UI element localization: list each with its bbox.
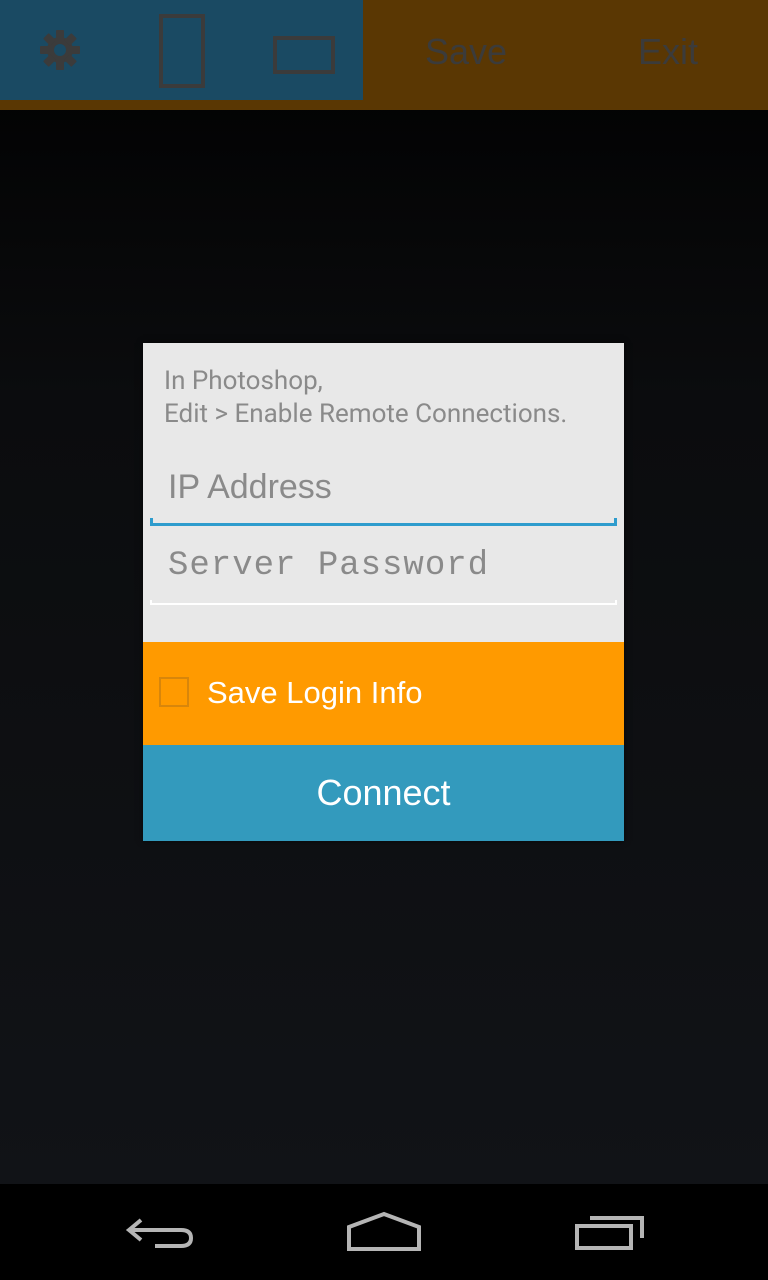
save-login-row[interactable]: Save Login Info — [143, 642, 624, 745]
save-button[interactable]: Save — [425, 22, 507, 82]
instructions-text: In Photoshop, Edit > Enable Remote Conne… — [164, 365, 614, 431]
navigation-bar — [0, 1184, 768, 1280]
exit-button[interactable]: Exit — [638, 22, 698, 82]
ip-address-underline — [150, 518, 617, 526]
screen: Save Exit In Photoshop, Edit > Enable Re… — [0, 0, 768, 1280]
save-login-checkbox[interactable] — [159, 677, 189, 707]
top-toolbar: Save Exit — [0, 0, 768, 110]
portrait-icon[interactable] — [150, 10, 214, 92]
ip-address-field — [150, 456, 617, 526]
ip-address-input[interactable] — [150, 456, 617, 518]
server-password-underline — [150, 600, 617, 605]
server-password-field — [150, 535, 617, 605]
home-icon[interactable] — [334, 1202, 434, 1262]
instructions-line-2: Edit > Enable Remote Connections. — [164, 399, 568, 429]
back-icon[interactable] — [110, 1202, 210, 1262]
instructions-line-1: In Photoshop, — [164, 366, 323, 396]
connection-dialog: In Photoshop, Edit > Enable Remote Conne… — [143, 343, 624, 841]
connect-button[interactable]: Connect — [143, 745, 624, 841]
landscape-icon[interactable] — [266, 30, 342, 80]
toolbar-left-panel — [0, 0, 363, 100]
recent-apps-icon[interactable] — [560, 1202, 660, 1262]
server-password-input[interactable] — [150, 535, 617, 597]
gear-icon[interactable] — [30, 20, 90, 80]
save-login-label: Save Login Info — [207, 675, 423, 710]
